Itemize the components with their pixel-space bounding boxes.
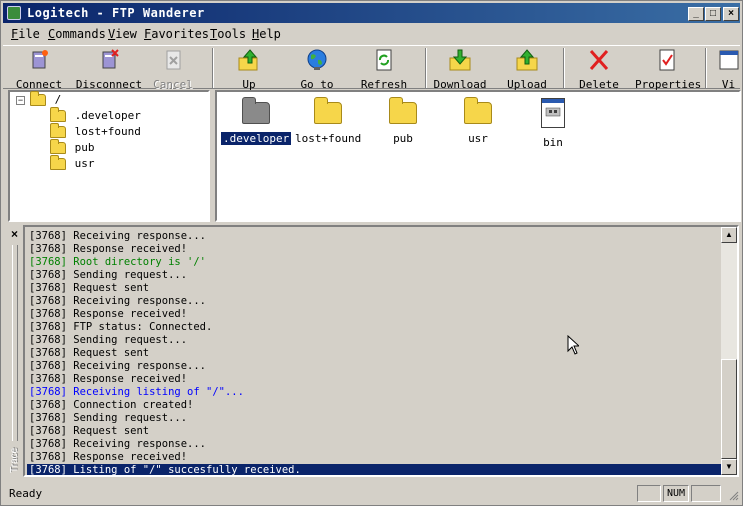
trace-log-line[interactable]: [3768] Root directory is '/' xyxy=(27,256,721,269)
tree-item-lost-found[interactable]: lost+found xyxy=(50,123,141,141)
menu-file[interactable]: File xyxy=(11,27,40,41)
trace-log-line[interactable]: [3768] Connection created! xyxy=(27,399,721,412)
goto-button[interactable]: Go to xyxy=(295,48,339,91)
status-bar: Ready NUM xyxy=(3,483,740,503)
trace-log-line[interactable]: [3768] Sending request... xyxy=(27,269,721,282)
trace-panel: × Trace [3768] Receiving response... [376… xyxy=(7,225,739,477)
toolbar-separator xyxy=(563,48,565,88)
view-icon xyxy=(717,48,740,72)
folder-icon xyxy=(314,97,342,124)
resize-grip-icon[interactable] xyxy=(727,489,739,501)
tree-item-usr[interactable]: usr xyxy=(50,155,95,173)
mouse-cursor-icon xyxy=(567,335,579,355)
download-icon xyxy=(448,48,472,72)
maximize-button[interactable]: □ xyxy=(705,7,721,21)
cancel-icon xyxy=(161,48,185,72)
trace-log-line[interactable]: [3768] Response received! xyxy=(27,243,721,256)
menu-commands[interactable]: Commands xyxy=(48,27,106,41)
status-panel-scroll xyxy=(691,485,721,502)
app-window: Logitech - FTP Wanderer _ □ × File Comma… xyxy=(0,0,743,506)
status-panel-caps xyxy=(637,485,661,502)
connect-icon xyxy=(27,48,51,72)
menu-view[interactable]: View xyxy=(108,27,137,41)
trace-log-line[interactable]: [3768] Receiving response... xyxy=(27,438,721,451)
download-button[interactable]: Download xyxy=(431,48,489,91)
toolbar-separator xyxy=(425,48,427,88)
folder-icon xyxy=(464,97,492,124)
trace-log-line[interactable]: [3768] FTP status: Connected. xyxy=(27,321,721,334)
trace-log-line[interactable]: [3768] Receiving response... xyxy=(27,295,721,308)
toolbar: Connect Disconnect Cancel Up Go to Refre… xyxy=(3,45,740,91)
disconnect-button[interactable]: Disconnect xyxy=(73,48,145,91)
trace-log-line[interactable]: [3768] Request sent xyxy=(27,425,721,438)
trace-sidebar: × Trace xyxy=(7,225,23,477)
scroll-up-icon[interactable]: ▲ xyxy=(721,227,737,243)
upload-icon xyxy=(515,48,539,72)
window-title: Logitech - FTP Wanderer xyxy=(27,6,205,20)
folder-icon xyxy=(50,123,66,138)
delete-icon xyxy=(587,48,611,72)
folder-icon xyxy=(389,97,417,124)
hidden-folder-icon xyxy=(242,97,270,124)
close-button[interactable]: × xyxy=(723,7,739,21)
binary-file-icon xyxy=(541,98,565,128)
trace-log-line[interactable]: [3768] Listing of "/" succesfully receiv… xyxy=(27,464,721,475)
folder-tree[interactable]: − / .developer lost+found pub usr xyxy=(8,90,210,222)
folder-icon xyxy=(50,155,66,170)
cancel-button[interactable]: Cancel xyxy=(149,48,197,91)
tree-collapse-icon[interactable]: − xyxy=(16,96,25,105)
menu-bar: File Commands View Favorites Tools Help xyxy=(5,25,740,43)
trace-log[interactable]: [3768] Receiving response... [3768] Respo… xyxy=(23,225,739,477)
folder-open-icon xyxy=(30,91,46,106)
menu-help[interactable]: Help xyxy=(252,27,281,41)
scroll-down-icon[interactable]: ▼ xyxy=(721,459,737,475)
trace-log-line[interactable]: [3768] Response received! xyxy=(27,451,721,464)
trace-log-line[interactable]: [3768] Sending request... xyxy=(27,412,721,425)
trace-log-line[interactable]: [3768] Request sent xyxy=(27,282,721,295)
file-item-pub[interactable]: pub xyxy=(368,97,438,145)
status-text: Ready xyxy=(9,487,43,500)
file-item-usr[interactable]: usr xyxy=(443,97,513,145)
trace-label: Trace xyxy=(9,447,20,473)
menu-tools[interactable]: Tools xyxy=(210,27,246,41)
status-panel-num: NUM xyxy=(663,485,689,502)
menu-favorites[interactable]: Favorites xyxy=(144,27,209,41)
minimize-button[interactable]: _ xyxy=(688,7,704,21)
app-icon xyxy=(7,6,21,20)
file-item-developer[interactable]: .developer xyxy=(219,97,293,146)
up-button[interactable]: Up xyxy=(229,48,269,91)
trace-log-line[interactable]: [3768] Response received! xyxy=(27,373,721,386)
tree-item-developer[interactable]: .developer xyxy=(50,107,141,125)
folder-icon xyxy=(50,107,66,122)
toolbar-separator xyxy=(212,48,214,88)
delete-button[interactable]: Delete xyxy=(577,48,621,91)
trace-grip-handle[interactable] xyxy=(12,245,18,441)
trace-log-line[interactable]: [3768] Receiving listing of "/"... xyxy=(27,386,721,399)
refresh-button[interactable]: Refresh xyxy=(359,48,409,91)
folder-icon xyxy=(50,139,66,154)
refresh-icon xyxy=(372,48,396,72)
connect-button[interactable]: Connect xyxy=(11,48,67,91)
trace-log-line[interactable]: [3768] Receiving response... xyxy=(27,360,721,373)
view-button[interactable]: Vi xyxy=(717,48,740,90)
close-trace-icon[interactable]: × xyxy=(11,227,18,241)
trace-log-line[interactable]: [3768] Request sent xyxy=(27,347,721,360)
trace-scrollbar[interactable]: ▲ ▼ xyxy=(721,227,737,475)
file-item-lost-found[interactable]: lost+found xyxy=(293,97,363,145)
file-item-bin[interactable]: bin xyxy=(518,98,588,149)
scrollbar-thumb[interactable] xyxy=(721,359,737,459)
trace-log-line[interactable]: [3768] Response received! xyxy=(27,308,721,321)
disconnect-icon xyxy=(97,48,121,72)
toolbar-separator xyxy=(705,48,707,88)
properties-icon xyxy=(655,48,679,72)
up-folder-icon xyxy=(237,48,261,72)
globe-icon xyxy=(305,48,329,72)
trace-log-line[interactable]: [3768] Sending request... xyxy=(27,334,721,347)
trace-log-line[interactable]: [3768] Receiving response... xyxy=(27,230,721,243)
properties-button[interactable]: Properties xyxy=(635,48,701,91)
title-bar[interactable]: Logitech - FTP Wanderer _ □ × xyxy=(3,3,740,23)
upload-button[interactable]: Upload xyxy=(503,48,551,91)
file-list[interactable]: .developer lost+found pub usr bin xyxy=(215,90,741,222)
